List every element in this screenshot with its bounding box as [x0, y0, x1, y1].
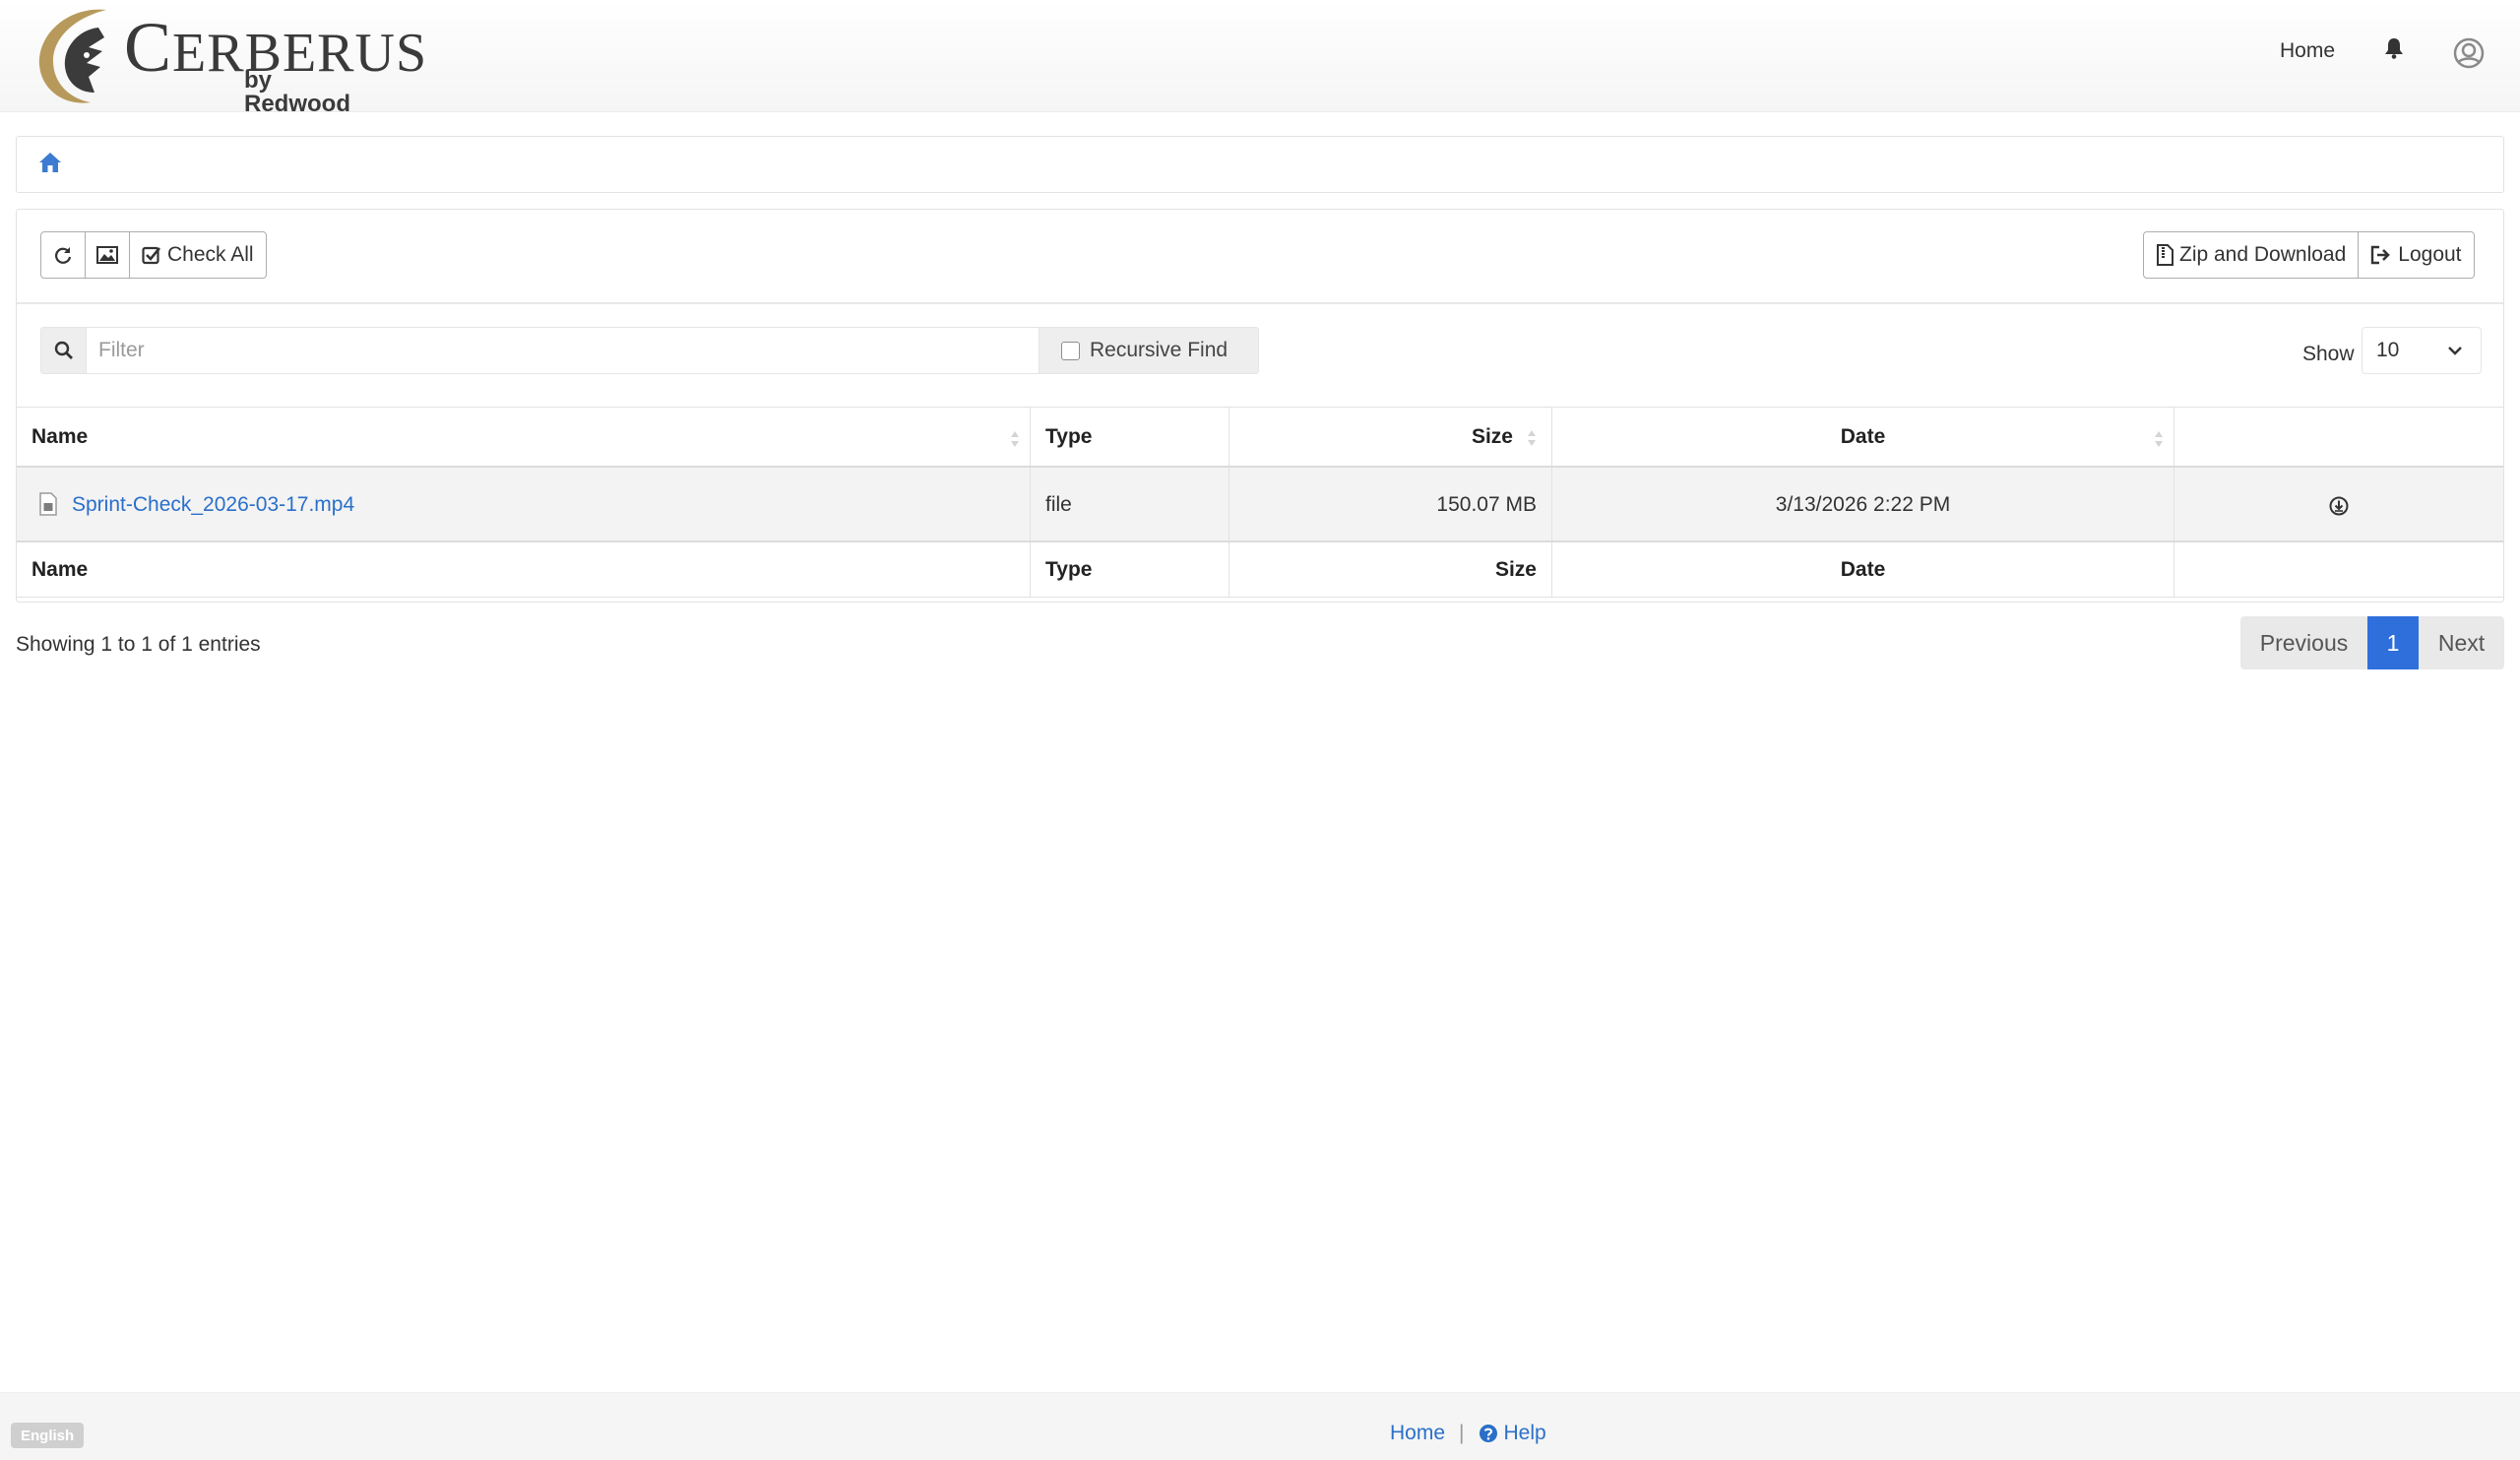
top-navbar: CERBERUS by Redwood Home: [0, 0, 2520, 116]
file-link[interactable]: Sprint-Check_2026-03-17.mp4: [72, 493, 354, 517]
recursive-find-checkbox[interactable]: [1061, 341, 1080, 360]
home-icon[interactable]: [38, 152, 62, 178]
zip-and-download-button[interactable]: Zip and Download: [2143, 231, 2360, 279]
question-circle-icon: [1479, 1425, 1497, 1442]
recursive-find-label: Recursive Find: [1090, 339, 1228, 361]
column-header-type[interactable]: Type: [1031, 408, 1229, 466]
pagination: Previous 1 Next: [2240, 616, 2504, 669]
refresh-icon: [55, 247, 72, 264]
brand-name-capital: C: [124, 8, 173, 87]
column-header-date[interactable]: Date: [1552, 408, 2174, 466]
column-footer-type: Type: [1031, 542, 1229, 597]
filter-row: Recursive Find Show 10: [17, 304, 2503, 399]
check-square-icon: [142, 246, 161, 265]
column-footer-name: Name: [17, 542, 1031, 597]
file-type-cell: file: [1031, 468, 1229, 540]
file-browser-panel: Check All Zip and Download Logout Recurs…: [16, 209, 2504, 603]
user-avatar-icon[interactable]: [2451, 37, 2487, 74]
file-size-cell: 150.07 MB: [1229, 468, 1552, 540]
footer-help-label: Help: [1503, 1422, 1546, 1444]
column-header-size-label: Size: [1471, 424, 1513, 448]
search-icon: [41, 328, 87, 373]
brand-subtitle: by Redwood: [244, 67, 350, 117]
file-date-cell: 3/13/2026 2:22 PM: [1552, 468, 2174, 540]
nav-home-link[interactable]: Home: [2280, 39, 2335, 63]
sort-icon: [2155, 431, 2163, 447]
footer-links: Home | Help: [1390, 1422, 1546, 1445]
column-footer-size: Size: [1229, 542, 1552, 597]
check-all-button[interactable]: Check All: [129, 231, 267, 279]
table-footer-row: Name Type Size Date: [17, 542, 2503, 598]
recursive-find-toggle[interactable]: Recursive Find: [1040, 328, 1258, 373]
previous-page-button[interactable]: Previous: [2240, 616, 2367, 669]
chevron-down-icon: [2448, 347, 2462, 355]
show-entries-value: 10: [2376, 339, 2400, 361]
language-selector[interactable]: English: [11, 1423, 85, 1448]
logout-button[interactable]: Logout: [2358, 231, 2475, 279]
footer: English Home | Help: [0, 1392, 2520, 1460]
right-button-group: Zip and Download Logout: [2143, 231, 2475, 279]
show-entries-select[interactable]: 10: [2362, 327, 2482, 374]
zip-and-download-label: Zip and Download: [2179, 243, 2347, 266]
zip-file-icon: [2157, 244, 2174, 266]
cerberus-emblem-icon: [38, 9, 106, 103]
table-row[interactable]: Sprint-Check_2026-03-17.mp4 file 150.07 …: [17, 468, 2503, 542]
cerberus-logo[interactable]: CERBERUS by Redwood: [30, 4, 426, 116]
footer-help-link[interactable]: Help: [1479, 1422, 1546, 1445]
file-icon: [39, 492, 57, 516]
logout-label: Logout: [2398, 243, 2462, 266]
footer-home-link[interactable]: Home: [1390, 1422, 1445, 1445]
filter-group: Recursive Find: [40, 327, 1259, 374]
next-page-button[interactable]: Next: [2419, 616, 2504, 669]
file-name-cell: Sprint-Check_2026-03-17.mp4: [17, 468, 1031, 540]
column-header-actions: [2174, 408, 2503, 466]
column-header-date-label: Date: [1840, 424, 1886, 448]
check-all-label: Check All: [167, 243, 254, 266]
column-footer-date: Date: [1552, 542, 2174, 597]
left-button-group: Check All: [40, 231, 267, 279]
footer-separator: |: [1459, 1422, 1465, 1444]
column-header-name-label: Name: [32, 424, 89, 448]
file-actions-cell: [2174, 468, 2503, 540]
download-icon[interactable]: [2328, 495, 2350, 523]
toolbar: Check All Zip and Download Logout: [17, 210, 2503, 304]
filter-input[interactable]: [87, 328, 1040, 373]
column-footer-actions: [2174, 542, 2503, 597]
column-header-type-label: Type: [1045, 424, 1093, 448]
show-entries-label: Show: [2302, 343, 2355, 365]
page-1-button[interactable]: 1: [2367, 616, 2419, 669]
thumbnail-view-button[interactable]: [85, 231, 130, 279]
bell-icon[interactable]: [2384, 37, 2404, 64]
column-header-size[interactable]: Size: [1229, 408, 1552, 466]
table-info: Showing 1 to 1 of 1 entries: [16, 633, 261, 656]
files-table: Name Type Size Date Sprint-Check_2026-03…: [17, 407, 2503, 598]
refresh-button[interactable]: [40, 231, 86, 279]
image-icon: [96, 246, 118, 264]
logout-icon: [2371, 245, 2391, 265]
breadcrumb: [16, 136, 2504, 193]
column-header-name[interactable]: Name: [17, 408, 1031, 466]
table-header-row: Name Type Size Date: [17, 407, 2503, 468]
sort-icon: [1011, 431, 1019, 447]
sort-icon: [1528, 429, 1536, 446]
